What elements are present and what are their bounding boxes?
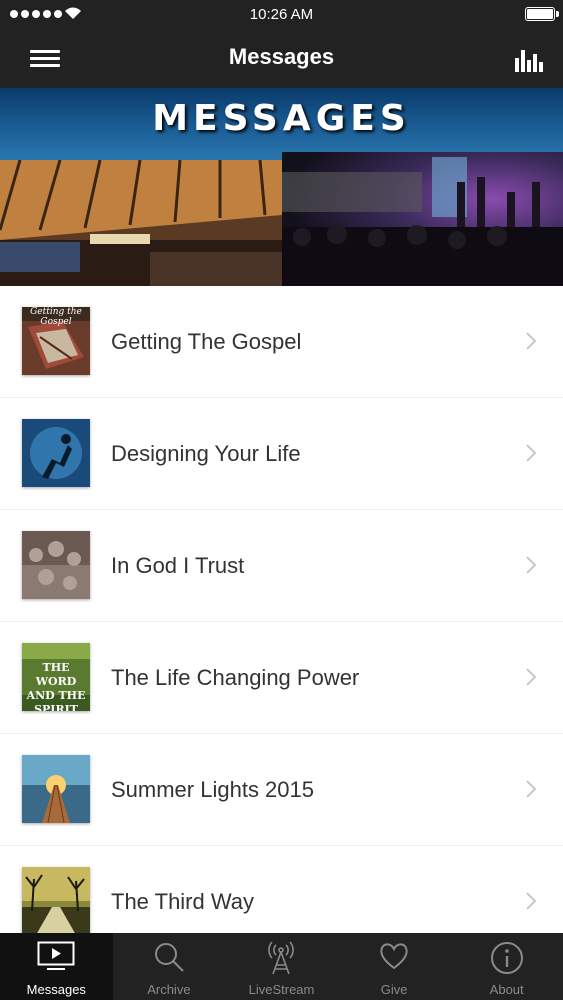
church-interior-image (0, 160, 282, 286)
series-thumbnail (22, 419, 90, 487)
tab-livestream[interactable]: LiveStream (225, 933, 338, 1000)
tab-label: Archive (147, 982, 191, 997)
info-icon (490, 942, 523, 974)
chevron-right-icon (526, 668, 537, 686)
tab-about[interactable]: About (450, 933, 563, 1000)
broadcast-tower-icon (268, 941, 295, 975)
list-item-designing-your-life[interactable]: Designing Your Life (0, 398, 563, 510)
tab-label: Messages (26, 982, 86, 997)
series-thumbnail (22, 867, 90, 935)
list-item-getting-the-gospel[interactable]: Getting the Gospel Getting The Gospel (0, 286, 563, 398)
bar-chart-icon[interactable] (513, 46, 543, 72)
series-thumbnail (22, 755, 90, 823)
list-item-summer-lights-2015[interactable]: Summer Lights 2015 (0, 734, 563, 846)
thumbnail-caption: THE WORD AND THE SPIRIT (26, 661, 86, 711)
search-icon (154, 943, 184, 972)
tab-archive[interactable]: Archive (113, 933, 226, 1000)
chevron-right-icon (526, 556, 537, 574)
chevron-right-icon (526, 892, 537, 910)
worship-band-image (282, 152, 563, 286)
series-thumbnail: THE WORD AND THE SPIRIT (22, 643, 90, 711)
tab-messages[interactable]: Messages (0, 933, 113, 1000)
series-title: Getting The Gospel (111, 329, 302, 354)
heart-icon (380, 943, 408, 970)
message-series-list: Getting the Gospel Getting The Gospel De… (0, 286, 563, 958)
status-time: 10:26 AM (249, 6, 314, 23)
series-title: Designing Your Life (111, 441, 301, 466)
series-thumbnail: Getting the Gospel (22, 307, 90, 375)
thumbnail-caption: Getting the Gospel (30, 307, 82, 327)
status-bar: 10:26 AM (0, 0, 563, 30)
series-title: The Life Changing Power (111, 665, 360, 690)
series-title: In God I Trust (111, 553, 245, 578)
tab-label: About (489, 982, 524, 997)
banner-title: MESSAGES (152, 98, 411, 139)
tab-give[interactable]: Give (338, 933, 451, 1000)
series-title: Summer Lights 2015 (111, 777, 314, 802)
navigation-bar: Messages (0, 30, 563, 88)
tv-icon (37, 941, 75, 970)
series-thumbnail (22, 531, 90, 599)
list-item-the-life-changing-power[interactable]: THE WORD AND THE SPIRIT The Life Changin… (0, 622, 563, 734)
messages-banner: MESSAGES (0, 88, 563, 286)
chevron-right-icon (526, 332, 537, 350)
battery-icon (525, 7, 559, 21)
chevron-right-icon (526, 444, 537, 462)
page-title: Messages (228, 44, 335, 69)
tab-bar: Messages Archive LiveStream Give About (0, 933, 563, 1000)
list-item-in-god-i-trust[interactable]: In God I Trust (0, 510, 563, 622)
tab-label: Give (380, 982, 408, 997)
chevron-right-icon (526, 780, 537, 798)
tab-label: LiveStream (248, 982, 315, 997)
series-title: The Third Way (111, 889, 255, 914)
